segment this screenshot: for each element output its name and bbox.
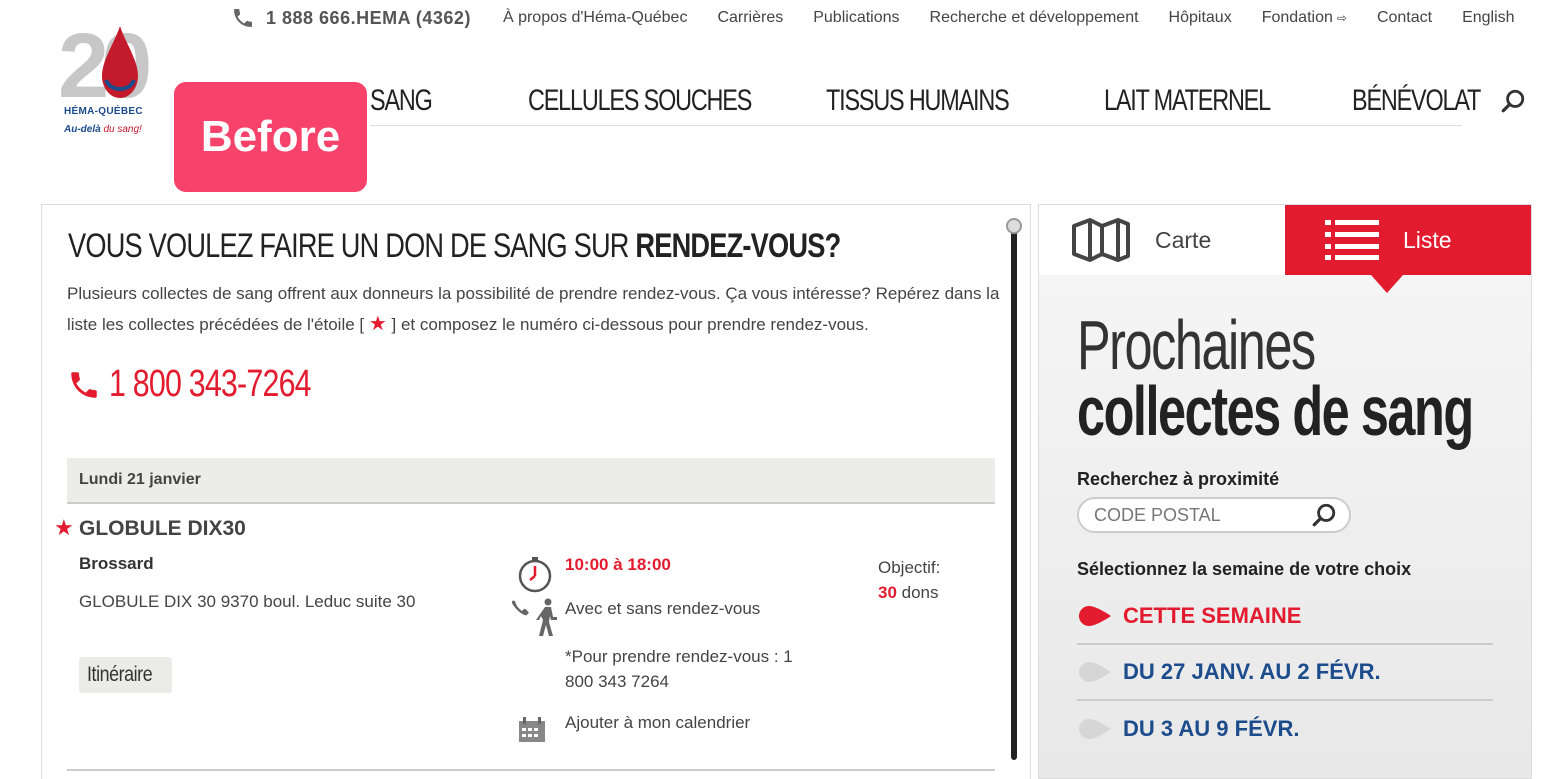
link-fondation[interactable]: Fondation ⇨ <box>1262 9 1347 27</box>
phone-icon <box>71 371 97 398</box>
appointment-phone-number: 1 800 343-7264 <box>109 363 312 405</box>
week-option-jan27-feb2[interactable]: DU 27 JANV. AU 2 FÉVR. <box>1077 645 1493 701</box>
star-icon: ★ <box>368 313 387 335</box>
tab-list-label: Liste <box>1403 226 1452 253</box>
link-english[interactable]: English <box>1462 9 1514 27</box>
link-publications[interactable]: Publications <box>813 9 899 27</box>
event-city: Brossard <box>79 554 154 573</box>
external-link-icon: ⇨ <box>1336 11 1347 25</box>
drop-marker-icon <box>1079 719 1111 739</box>
before-badge: Before <box>174 82 367 192</box>
utility-bar: 1 888 666.HEMA (4362) À propos d'Héma-Qu… <box>230 4 1538 32</box>
nav-item-sang[interactable]: SANG <box>370 84 433 118</box>
week-select-label: Sélectionnez la semaine de votre choix <box>1077 559 1412 579</box>
objective-value: 30 <box>878 583 897 602</box>
list-icon <box>1325 220 1379 260</box>
week-option-this-week[interactable]: CETTE SEMAINE <box>1077 589 1493 645</box>
tab-list[interactable]: Liste <box>1285 205 1531 275</box>
search-icon[interactable] <box>1500 88 1526 114</box>
link-hopitaux[interactable]: Hôpitaux <box>1169 9 1232 27</box>
link-carrieres[interactable]: Carrières <box>717 9 783 27</box>
week-option-label: CETTE SEMAINE <box>1123 603 1302 628</box>
phone-icon <box>234 9 252 27</box>
postal-code-input[interactable] <box>1077 497 1351 533</box>
appointment-phone[interactable]: 1 800 343-7264 <box>67 363 361 406</box>
week-option-label: DU 3 AU 9 FÉVR. <box>1123 716 1300 741</box>
appointment-star-icon: ★ <box>54 515 74 540</box>
week-list: CETTE SEMAINE DU 27 JANV. AU 2 FÉVR. DU … <box>1077 589 1493 757</box>
logo-brand: HÉMA-QUÉBEC <box>64 106 143 117</box>
utility-phone-text: 1 888 666.HEMA (4362) <box>266 7 471 28</box>
map-icon <box>1072 218 1130 262</box>
intro-text: Plusieurs collectes de sang offrent aux … <box>67 284 1000 335</box>
link-recherche[interactable]: Recherche et développement <box>930 9 1139 27</box>
nav-item-lait-maternel[interactable]: LAIT MATERNEL <box>1104 84 1271 118</box>
divider <box>67 769 995 771</box>
drop-marker-icon <box>1079 606 1111 626</box>
search-nearby-label: Recherchez à proximité <box>1077 469 1280 489</box>
blood-drop-icon <box>102 26 138 98</box>
event-mode: Avec et sans rendez-vous <box>565 599 761 618</box>
nav-item-cellules-souches[interactable]: CELLULES SOUCHES <box>528 84 752 118</box>
main-nav: SANG CELLULES SOUCHES TISSUS HUMAINS LAI… <box>370 80 1481 126</box>
week-option-label: DU 27 JANV. AU 2 FÉVR. <box>1123 659 1381 684</box>
event-title: GLOBULE DIX30 <box>79 517 246 540</box>
scrollbar-cap[interactable] <box>1006 218 1022 234</box>
event-appointment-note: *Pour prendre rendez-vous : 1 800 343 72… <box>565 647 793 691</box>
week-option-feb3-feb9[interactable]: DU 3 AU 9 FÉVR. <box>1077 701 1493 757</box>
event-address: GLOBULE DIX 30 9370 boul. Leduc suite 30 <box>79 592 416 611</box>
upcoming-drives-panel: Carte Liste Prochaines collectes de sang… <box>1038 204 1532 779</box>
logo-tagline: Au-delà du sang! <box>64 124 142 135</box>
calendar-icon <box>519 717 545 742</box>
page-heading: VOUS VOULEZ FAIRE UN DON DE SANG SUR REN… <box>68 227 841 265</box>
scrollbar[interactable] <box>1006 218 1022 764</box>
event-hours: 10:00 à 18:00 <box>565 555 671 574</box>
phone-walk-in-icon <box>511 598 557 636</box>
day-header: Lundi 21 janvier <box>67 458 995 504</box>
sidebar-title-line2: collectes de sang <box>1077 372 1474 450</box>
tab-map[interactable]: Carte <box>1039 205 1285 275</box>
link-a-propos[interactable]: À propos d'Héma-Québec <box>503 9 687 27</box>
clock-icon <box>518 557 552 593</box>
appointment-panel: VOUS VOULEZ FAIRE UN DON DE SANG SUR REN… <box>41 204 1031 779</box>
postal-search-icon[interactable] <box>1311 502 1337 528</box>
drop-marker-icon <box>1079 662 1111 682</box>
scrollbar-thumb[interactable] <box>1011 228 1017 760</box>
itinerary-button[interactable]: Itinéraire <box>79 657 172 693</box>
nav-item-tissus-humains[interactable]: TISSUS HUMAINS <box>826 84 1010 118</box>
link-fondation-label: Fondation <box>1261 9 1333 26</box>
link-contact[interactable]: Contact <box>1377 9 1432 27</box>
utility-phone[interactable]: 1 888 666.HEMA (4362) <box>230 6 471 30</box>
event-objective: Objectif: 30 dons <box>878 558 941 602</box>
add-to-calendar-link[interactable]: Ajouter à mon calendrier <box>565 713 750 733</box>
nav-item-benevolat[interactable]: BÉNÉVOLAT <box>1352 84 1481 118</box>
hema-quebec-logo[interactable]: 20 HÉMA-QUÉBEC Au-delà du sang! <box>58 18 170 148</box>
active-tab-indicator <box>1371 275 1403 293</box>
tab-map-label: Carte <box>1155 226 1212 253</box>
